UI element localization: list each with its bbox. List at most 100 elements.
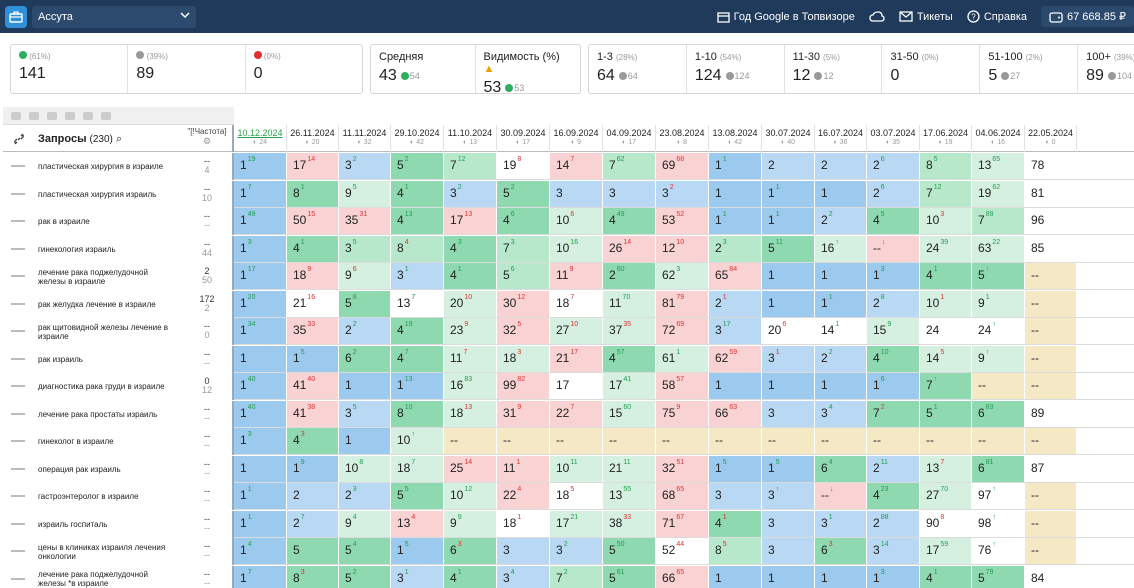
position-cell[interactable]: 84	[1025, 565, 1077, 588]
position-cell[interactable]: 141	[815, 318, 867, 344]
position-cell[interactable]: 189	[287, 263, 339, 289]
position-cell[interactable]: 11	[762, 208, 815, 234]
down-cell[interactable]: (0%) 0	[246, 45, 362, 93]
position-cell[interactable]: 1	[234, 345, 287, 372]
drag-handle[interactable]	[11, 165, 25, 167]
position-cell[interactable]: 1	[709, 373, 762, 399]
position-cell[interactable]: 2770	[920, 483, 972, 509]
position-cell[interactable]: 26	[867, 153, 920, 179]
position-cell[interactable]: --	[1025, 373, 1077, 399]
position-cell[interactable]: 1011	[550, 455, 603, 482]
position-cell[interactable]: 187	[550, 290, 603, 317]
drag-handle[interactable]	[11, 550, 25, 552]
position-cell[interactable]: 3↑	[762, 483, 815, 509]
position-cell[interactable]: 7167	[656, 510, 709, 537]
position-cell[interactable]: 84	[391, 235, 444, 262]
position-cell[interactable]: 4140	[287, 373, 339, 399]
help-link[interactable]: ? Справка	[967, 10, 1027, 23]
position-cell[interactable]: 1	[234, 455, 287, 482]
position-cell[interactable]: 73	[497, 235, 550, 262]
position-cell[interactable]: 5244	[656, 538, 709, 564]
position-cell[interactable]: 181	[497, 510, 550, 537]
position-cell[interactable]: 1	[815, 180, 867, 207]
position-cell[interactable]: 410	[867, 345, 920, 372]
position-cell[interactable]: 19	[287, 455, 339, 482]
position-cell[interactable]: --	[656, 428, 709, 454]
position-cell[interactable]: 13	[234, 235, 287, 262]
position-cell[interactable]: 1962	[972, 180, 1025, 207]
position-cell[interactable]: 11	[234, 483, 287, 509]
range-cell[interactable]: 51-100 (2%) 5 27	[980, 45, 1079, 93]
search-icon[interactable]: ⌕	[116, 133, 122, 145]
drag-handle[interactable]	[11, 192, 25, 195]
position-cell[interactable]: 15	[709, 455, 762, 482]
up-cell[interactable]: (61%) 141	[11, 45, 129, 93]
query-text[interactable]: пластическая хирургия в израиле	[38, 153, 178, 180]
position-cell[interactable]: 1170	[603, 290, 656, 317]
position-cell[interactable]: 2	[287, 483, 339, 509]
position-cell[interactable]: 198	[497, 153, 550, 179]
date-column-header[interactable]: 26.11.2024 ◐ 20	[287, 125, 339, 152]
position-cell[interactable]: 1560	[603, 400, 656, 427]
position-cell[interactable]: 1	[339, 373, 391, 399]
position-cell[interactable]: --	[1025, 345, 1077, 372]
position-cell[interactable]: 23	[709, 235, 762, 262]
date-column-header[interactable]: 04.09.2024 ◐ 17	[603, 125, 656, 152]
position-cell[interactable]: 224	[497, 483, 550, 509]
drag-handle[interactable]	[11, 357, 25, 360]
position-cell[interactable]: 17	[550, 373, 603, 399]
visibility-cell[interactable]: Видимость (%) ▲ 53 53	[476, 45, 581, 96]
position-cell[interactable]: 319	[497, 400, 550, 427]
drag-handle[interactable]	[11, 522, 25, 525]
briefcase-icon[interactable]	[5, 5, 27, 28]
contrast-icon[interactable]	[83, 111, 93, 120]
position-cell[interactable]: 6584	[709, 263, 762, 289]
position-cell[interactable]: 5↑	[972, 263, 1025, 289]
position-cell[interactable]: 2117	[550, 345, 603, 372]
position-cell[interactable]: 47	[391, 345, 444, 372]
position-cell[interactable]: 31	[762, 345, 815, 372]
position-cell[interactable]: 5857	[656, 373, 709, 399]
position-cell[interactable]: 89	[1025, 400, 1077, 427]
position-cell[interactable]: 2710	[550, 318, 603, 344]
position-cell[interactable]: 140	[234, 373, 287, 399]
position-cell[interactable]: 52	[391, 153, 444, 179]
position-cell[interactable]: 2116	[287, 290, 339, 317]
visibility-icon[interactable]	[29, 111, 39, 120]
position-cell[interactable]: 120	[234, 290, 287, 317]
position-cell[interactable]: 6259	[709, 345, 762, 372]
position-cell[interactable]: 119	[234, 153, 287, 179]
date-column-header[interactable]: 04.06.2024 ◐ 16	[972, 125, 1025, 152]
position-cell[interactable]: 683	[972, 400, 1025, 427]
position-cell[interactable]: 134	[391, 510, 444, 537]
position-cell[interactable]: 32	[656, 180, 709, 207]
position-cell[interactable]: 712	[444, 153, 497, 179]
position-cell[interactable]: 13	[234, 428, 287, 454]
position-cell[interactable]: 17	[234, 565, 287, 588]
position-cell[interactable]: --	[550, 428, 603, 454]
position-cell[interactable]: 113	[391, 373, 444, 399]
position-cell[interactable]: 6322	[972, 235, 1025, 262]
position-cell[interactable]: 145	[920, 345, 972, 372]
position-cell[interactable]: 81	[1025, 180, 1077, 207]
position-cell[interactable]: 41	[920, 565, 972, 588]
position-cell[interactable]: --	[1025, 428, 1077, 454]
position-cell[interactable]: 288	[867, 510, 920, 537]
query-text[interactable]: рак щитовидной железы лечение в израиле	[38, 318, 178, 345]
position-cell[interactable]: 5	[287, 538, 339, 564]
position-cell[interactable]: 1	[709, 565, 762, 588]
position-cell[interactable]: 96	[339, 263, 391, 289]
date-column-header[interactable]: 22.05.2024 ◐ 0	[1025, 125, 1077, 152]
query-text[interactable]: рак в израиле	[38, 208, 178, 235]
position-cell[interactable]: 11	[234, 510, 287, 537]
drag-handle[interactable]	[11, 330, 25, 332]
position-cell[interactable]: 1813	[444, 400, 497, 427]
position-cell[interactable]: 1016	[550, 235, 603, 262]
position-cell[interactable]: 1365	[972, 153, 1025, 179]
position-cell[interactable]: 15	[287, 345, 339, 372]
position-cell[interactable]: 119	[550, 263, 603, 289]
position-cell[interactable]: 239	[444, 318, 497, 344]
position-cell[interactable]: 15	[762, 455, 815, 482]
position-cell[interactable]: 32	[339, 153, 391, 179]
position-cell[interactable]: 11	[709, 208, 762, 234]
